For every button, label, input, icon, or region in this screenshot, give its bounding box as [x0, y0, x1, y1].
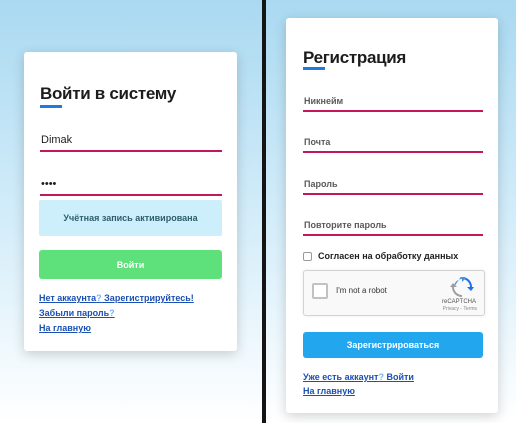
password-placeholder: Пароль [304, 179, 338, 189]
have-account-line: Уже есть аккаунт? Войти [303, 372, 414, 382]
login-title: Войти в систему [40, 84, 177, 103]
panel-divider [262, 0, 266, 423]
username-value: Dimak [41, 134, 73, 146]
no-account-text: Нет аккаунта [39, 293, 97, 303]
recaptcha-logo-icon [450, 277, 474, 297]
register-button-label: Зарегистрироваться [346, 340, 440, 350]
status-message: Учётная запись активирована [39, 200, 222, 236]
repeat-password-field[interactable]: Повторите пароль [303, 212, 483, 236]
email-field[interactable]: Почта [303, 129, 483, 153]
password-field[interactable]: •••• [40, 170, 222, 196]
repeat-password-placeholder: Повторите пароль [304, 220, 387, 230]
home-link[interactable]: На главную [39, 323, 91, 333]
no-account-line: Нет аккаунта? Зарегистрируйтесь! [39, 293, 194, 303]
register-button[interactable]: Зарегистрироваться [303, 332, 483, 358]
password-value: •••• [41, 178, 57, 190]
forgot-password-question: ? [109, 308, 115, 318]
consent-checkbox[interactable] [303, 251, 312, 261]
recaptcha-terms-link[interactable]: Privacy - Terms [443, 306, 477, 312]
login-link[interactable]: Войти [384, 372, 413, 382]
forgot-password-line[interactable]: Забыли пароль? [39, 308, 115, 318]
nickname-placeholder: Никнейм [304, 96, 344, 106]
login-card: Войти в систему Dimak •••• Учётная запис… [24, 52, 237, 351]
login-title-underline [40, 105, 62, 108]
email-placeholder: Почта [304, 137, 331, 147]
forgot-password-link[interactable]: Забыли пароль [39, 308, 109, 318]
login-button-label: Войти [116, 259, 145, 270]
recaptcha-brand: reCAPTCHA [441, 299, 476, 305]
login-button[interactable]: Войти [39, 250, 222, 279]
recaptcha-checkbox[interactable] [312, 283, 328, 299]
recaptcha-label: I'm not a robot [336, 286, 387, 295]
register-card: Регистрация Никнейм Почта Пароль Повтори… [286, 18, 498, 413]
register-home-link[interactable]: На главную [303, 386, 355, 396]
nickname-field[interactable]: Никнейм [303, 88, 483, 112]
consent-label: Согласен на обработку данных [318, 251, 459, 261]
recaptcha-widget: I'm not a robot reCAPTCHA Privacy - Term… [303, 270, 485, 316]
register-title-underline [303, 67, 325, 70]
register-link[interactable]: Зарегистрируйтесь! [102, 293, 194, 303]
have-account-text: Уже есть аккаунт [303, 372, 379, 382]
username-field[interactable]: Dimak [40, 126, 222, 152]
consent-row: Согласен на обработку данных [303, 251, 458, 261]
password-field[interactable]: Пароль [303, 171, 483, 195]
register-title: Регистрация [303, 48, 407, 67]
status-message-text: Учётная запись активирована [63, 213, 198, 223]
